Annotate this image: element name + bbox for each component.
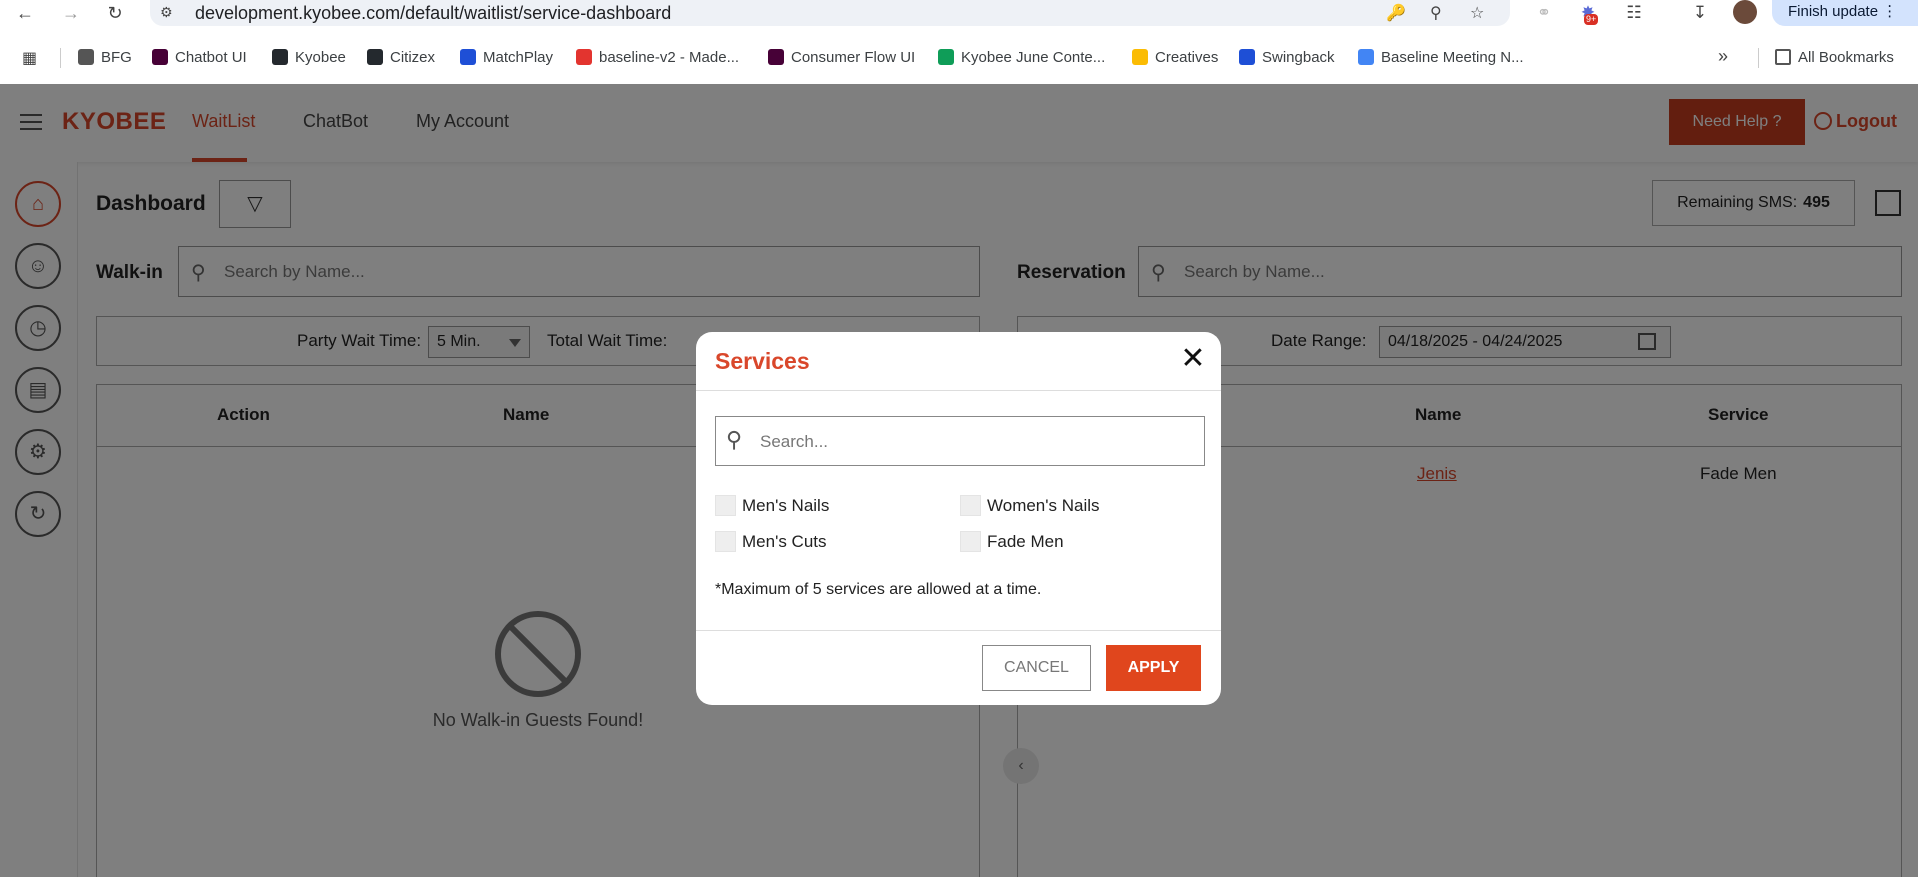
max-services-note: *Maximum of 5 services are allowed at a … [715,581,1042,598]
notification-badge: 9+ [1584,14,1599,25]
services-search-input[interactable]: ⚲ Search... [715,416,1205,466]
bookmark-favicon-icon [152,49,168,65]
bookmark-favicon-icon [938,49,954,65]
bookmark-item[interactable]: Kyobee June Conte... [938,46,1105,70]
bookmark-favicon-icon [1132,49,1148,65]
bookmark-label: BFG [101,49,132,66]
bookmark-item[interactable]: Citizex [367,46,435,70]
service-option-label: Women's Nails [987,496,1100,515]
back-icon[interactable]: ← [14,2,36,24]
browser-chrome: ← → ↻ ⚙ development.kyobee.com/default/w… [0,0,1918,84]
services-modal: Services ✕ ⚲ Search... Men's Nails Women… [696,332,1221,705]
cancel-button[interactable]: CANCEL [982,645,1091,691]
bookmark-favicon-icon [460,49,476,65]
service-option-label: Fade Men [987,532,1064,551]
bookmark-favicon-icon [768,49,784,65]
address-bar[interactable]: ⚙ development.kyobee.com/default/waitlis… [150,0,1510,26]
bookmark-item[interactable]: Kyobee [272,46,346,70]
bookmark-divider-2 [1758,48,1759,68]
bookmark-favicon-icon [78,49,94,65]
all-bookmarks-label: All Bookmarks [1798,49,1894,66]
finish-update-button[interactable]: Finish update ⋮ [1772,0,1918,26]
bookmark-favicon-icon [1358,49,1374,65]
site-info-icon[interactable]: ⚙ [160,4,173,21]
url-text: development.kyobee.com/default/waitlist/… [195,3,672,23]
bookmark-item[interactable]: Consumer Flow UI [768,46,915,70]
folder-icon [1775,49,1791,65]
checkbox[interactable] [960,531,981,552]
bookmark-label: Consumer Flow UI [791,49,916,66]
bookmark-item[interactable]: baseline-v2 - Made... [576,46,739,70]
bookmark-label: Swingback [1262,49,1335,66]
all-bookmarks[interactable]: All Bookmarks [1775,46,1894,70]
finish-update-label: Finish update [1788,3,1879,20]
bookmark-label: Kyobee [295,49,346,66]
extension-icon[interactable]: ⚭ [1532,1,1556,25]
bookmark-item[interactable]: Chatbot UI [152,46,247,70]
service-option-label: Men's Nails [742,496,830,515]
reload-icon[interactable]: ↻ [104,2,126,24]
bookmark-star-icon[interactable]: ☆ [1470,3,1484,23]
services-search-placeholder: Search... [760,432,829,451]
bookmark-item[interactable]: BFG [78,46,132,70]
checkbox[interactable] [960,495,981,516]
bookmark-label: Chatbot UI [175,49,247,66]
zoom-icon[interactable]: ⚲ [1430,3,1442,23]
service-option-label: Men's Cuts [742,532,827,551]
modal-title: Services [715,348,810,374]
apps-grid-icon[interactable]: ▦ [22,48,37,68]
modal-divider-top [696,390,1221,391]
bookmark-label: Kyobee June Conte... [961,49,1106,66]
bookmark-favicon-icon [576,49,592,65]
checkbox[interactable] [715,495,736,516]
search-icon: ⚲ [726,427,743,452]
bookmark-item[interactable]: Creatives [1132,46,1218,70]
profile-avatar[interactable] [1733,0,1757,24]
bookmark-item[interactable]: Baseline Meeting N... [1358,46,1524,70]
bookmark-favicon-icon [367,49,383,65]
checkbox[interactable] [715,531,736,552]
bookmark-label: Citizex [390,49,436,66]
bookmark-favicon-icon [272,49,288,65]
bookmark-label: MatchPlay [483,49,554,66]
bookmark-divider [60,48,61,68]
bookmark-item[interactable]: MatchPlay [460,46,553,70]
forward-icon[interactable]: → [60,2,82,24]
download-icon[interactable]: ↧ [1688,1,1712,25]
password-key-icon[interactable]: 🔑 [1386,3,1406,23]
modal-divider-bottom [696,630,1221,631]
extensions-icon[interactable]: ☷ [1622,1,1646,25]
more-bookmarks-icon[interactable]: » [1718,46,1728,67]
apply-button[interactable]: APPLY [1106,645,1201,691]
bookmark-label: Creatives [1155,49,1219,66]
bookmark-item[interactable]: Swingback [1239,46,1335,70]
bookmark-label: Baseline Meeting N... [1381,49,1524,66]
bookmark-label: baseline-v2 - Made... [599,49,740,66]
close-icon[interactable]: ✕ [1178,344,1208,374]
bookmark-favicon-icon [1239,49,1255,65]
